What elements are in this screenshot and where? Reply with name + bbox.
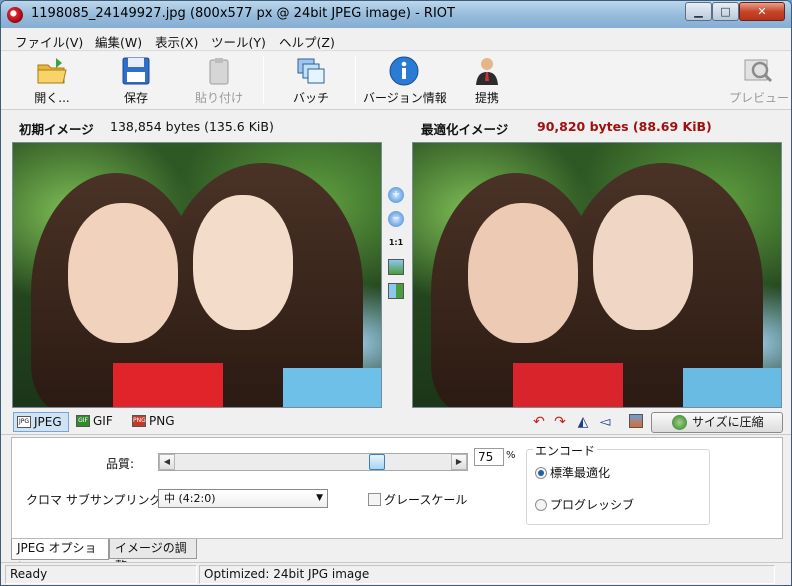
menu-tools[interactable]: ツール(Y)	[211, 32, 266, 51]
open-button[interactable]: 開く...	[27, 54, 77, 106]
encode-group: エンコード 標準最適化 プログレッシブ	[526, 442, 710, 525]
original-image-size: 138,854 bytes (135.6 KiB)	[110, 119, 274, 134]
menu-view[interactable]: 表示(X)	[155, 32, 198, 51]
jpeg-file-icon: JPG	[17, 416, 31, 428]
image-info-header: 初期イメージ 138,854 bytes (135.6 KiB) 最適化イメージ…	[1, 111, 791, 141]
paste-clipboard-icon	[209, 58, 229, 85]
sponsor-button[interactable]: 提携	[467, 54, 507, 106]
save-disk-icon	[122, 57, 150, 85]
toolbar-separator	[263, 56, 264, 104]
quality-slider[interactable]: ◀ ▶	[158, 453, 468, 471]
status-message: Optimized: 24bit JPG image	[199, 565, 775, 584]
menu-help[interactable]: ヘルプ(Z)	[279, 32, 335, 51]
minimize-button[interactable]: ▁	[685, 2, 712, 21]
menu-file[interactable]: ファイル(V)	[15, 32, 83, 51]
rotate-right-icon[interactable]: ↷	[552, 414, 568, 430]
zoom-out-icon[interactable]: −	[388, 211, 404, 227]
optimized-image-label: 最適化イメージ	[421, 122, 509, 137]
original-image-label: 初期イメージ	[19, 122, 94, 137]
slider-right-arrow-icon[interactable]: ▶	[451, 454, 467, 470]
preview-button[interactable]: プレビュー	[729, 54, 789, 106]
tab-jpeg-options[interactable]: JPEG オプション	[11, 539, 109, 573]
info-icon	[389, 56, 419, 86]
png-file-icon: PNG	[132, 415, 146, 427]
radio-selected	[535, 467, 547, 479]
batch-button[interactable]: バッチ	[289, 54, 333, 106]
fit-image-icon[interactable]	[388, 259, 404, 275]
menu-edit[interactable]: 編集(W)	[95, 32, 142, 51]
slider-left-arrow-icon[interactable]: ◀	[159, 454, 175, 470]
chevron-down-icon: ▼	[316, 493, 323, 503]
compare-view-icon[interactable]	[388, 283, 404, 299]
businessman-icon	[476, 58, 498, 85]
batch-images-icon	[297, 58, 325, 84]
tab-image-adjust[interactable]: イメージの調整	[109, 539, 197, 573]
flip-vertical-icon[interactable]: ◅	[597, 414, 613, 430]
original-image-panel[interactable]	[12, 142, 382, 408]
window-title: 1198085_24149927.jpg (800x577 px @ 24bit…	[31, 6, 455, 21]
gif-file-icon: GIF	[76, 415, 90, 427]
save-button[interactable]: 保存	[111, 54, 161, 106]
encode-legend: エンコード	[533, 442, 598, 459]
title-bar: 1198085_24149927.jpg (800x577 px @ 24bit…	[1, 1, 791, 28]
options-tabs: JPEG オプション イメージの調整	[11, 539, 783, 573]
checkbox-box	[368, 493, 381, 506]
compress-to-size-button[interactable]: サイズに圧縮	[651, 412, 783, 433]
preview-magnifier-icon	[744, 59, 773, 83]
open-folder-icon	[37, 58, 67, 84]
toolbar-separator	[355, 56, 356, 104]
encode-standard-radio[interactable]: 標準最適化	[535, 464, 610, 481]
riot-window: 1198085_24149927.jpg (800x577 px @ 24bit…	[0, 0, 792, 586]
close-button[interactable]: ✕	[739, 2, 785, 21]
compress-icon	[672, 415, 687, 430]
chroma-label: クロマ サブサンプリング:	[26, 493, 166, 507]
grayscale-checkbox[interactable]: グレースケール	[368, 491, 467, 508]
paste-button[interactable]: 貼り付け	[193, 54, 245, 106]
zoom-tools: + − 1:1	[385, 187, 407, 307]
about-button[interactable]: バージョン情報	[363, 54, 447, 106]
quality-label: 品質:	[106, 457, 135, 471]
format-bar: JPG JPEG GIF GIF PNG PNG ↶ ↷ ◭ ◅ サイズに圧縮	[1, 409, 791, 435]
radio-unselected	[535, 499, 547, 511]
format-jpeg-button[interactable]: JPG JPEG	[13, 412, 69, 432]
original-photo	[13, 143, 381, 407]
app-icon	[7, 7, 23, 23]
actual-size-button[interactable]: 1:1	[388, 235, 404, 251]
format-png-button[interactable]: PNG PNG	[129, 412, 185, 432]
resize-icon[interactable]	[629, 414, 643, 428]
format-gif-button[interactable]: GIF GIF	[73, 412, 123, 432]
quality-value-input[interactable]: 75	[474, 448, 504, 466]
optimized-photo	[413, 143, 781, 407]
maximize-button[interactable]: □	[712, 2, 739, 21]
status-state: Ready	[5, 565, 197, 584]
chroma-subsampling-select[interactable]: 中 (4:2:0) ▼	[158, 489, 328, 508]
quality-slider-thumb[interactable]	[369, 454, 385, 470]
toolbar: 開く... 保存 貼り付け バッチ バージョン情報 提携 プレビュー	[1, 52, 791, 110]
rotate-left-icon[interactable]: ↶	[531, 414, 547, 430]
optimized-image-size: 90,820 bytes (88.69 KiB)	[537, 119, 712, 134]
encode-progressive-radio[interactable]: プログレッシブ	[535, 496, 634, 513]
jpeg-options-panel: 品質: ◀ ▶ 75 % クロマ サブサンプリング: 中 (4:2:0) ▼ グ…	[11, 437, 783, 539]
flip-horizontal-icon[interactable]: ◭	[575, 414, 591, 430]
menu-bar: ファイル(V) 編集(W) 表示(X) ツール(Y) ヘルプ(Z)	[1, 29, 791, 51]
status-bar: Ready Optimized: 24bit JPG image	[1, 562, 791, 585]
optimized-image-panel[interactable]	[412, 142, 782, 408]
zoom-in-icon[interactable]: +	[388, 187, 404, 203]
quality-unit: %	[506, 450, 516, 461]
